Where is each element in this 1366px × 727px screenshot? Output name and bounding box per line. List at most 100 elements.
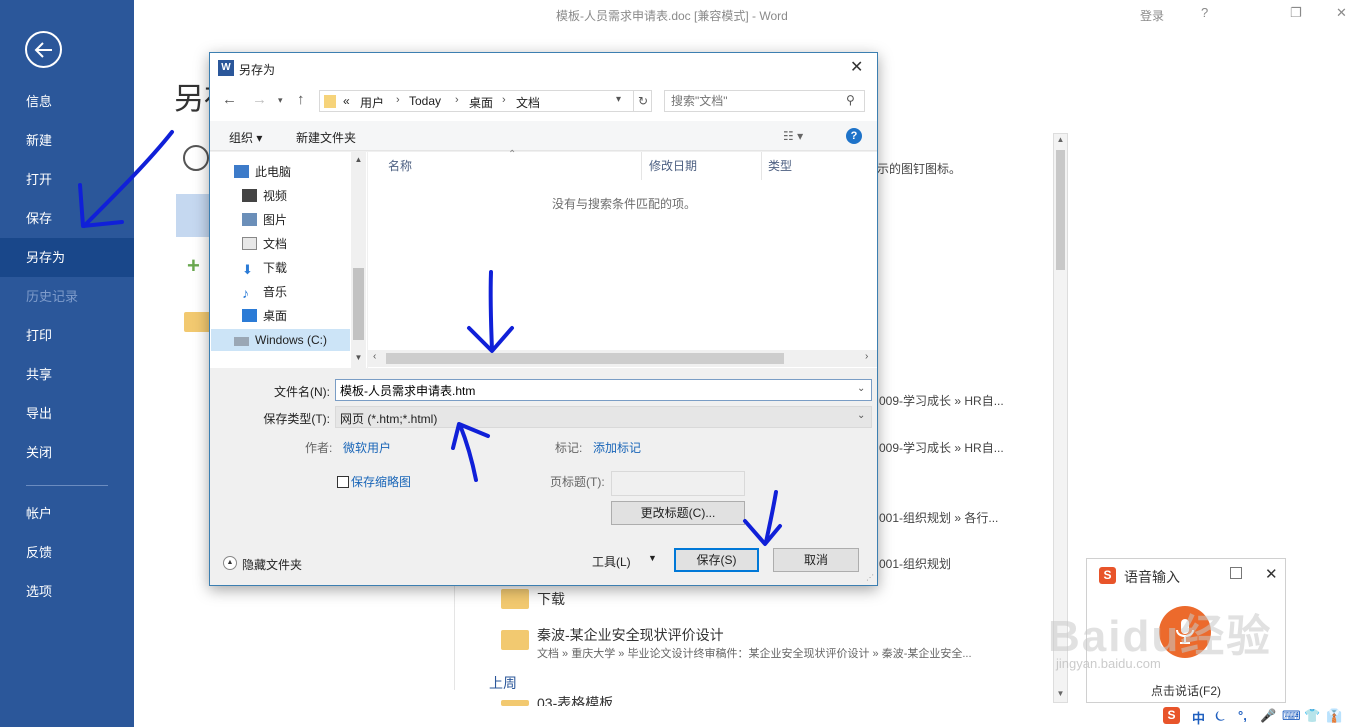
filename-input[interactable] bbox=[340, 382, 845, 398]
nav-account[interactable]: 帐户 bbox=[0, 494, 134, 533]
folder-qinbo[interactable]: 秦波-某企业安全现状评价设计 bbox=[537, 625, 724, 645]
hide-folders-toggle[interactable]: 隐藏文件夹 bbox=[242, 556, 302, 573]
help-icon[interactable]: ? bbox=[846, 128, 862, 144]
tools-menu[interactable]: 工具(L) bbox=[592, 553, 631, 570]
skin-icon[interactable]: 👕 bbox=[1304, 708, 1320, 724]
folder-icon[interactable] bbox=[184, 312, 212, 332]
column-type[interactable]: 类型 bbox=[762, 152, 877, 180]
folder-download[interactable]: 下载 bbox=[537, 589, 565, 609]
chevron-right-icon[interactable]: › bbox=[455, 94, 459, 106]
restore-icon[interactable]: ❐ bbox=[1290, 5, 1302, 21]
new-folder-button[interactable]: 新建文件夹 bbox=[296, 129, 356, 146]
keyboard-icon[interactable]: ⌨ bbox=[1282, 708, 1301, 724]
nav-print[interactable]: 打印 bbox=[0, 316, 134, 355]
scroll-down-icon[interactable]: ▼ bbox=[351, 353, 366, 362]
half-width-icon[interactable]: ⏾ bbox=[1215, 708, 1225, 724]
refresh-icon[interactable]: ↻ bbox=[633, 91, 652, 111]
scroll-left-icon[interactable]: ‹ bbox=[373, 351, 376, 362]
punctuation-icon[interactable]: °, bbox=[1238, 708, 1247, 723]
back-button[interactable] bbox=[25, 31, 62, 68]
clock-icon[interactable] bbox=[183, 145, 209, 171]
nav-save[interactable]: 保存 bbox=[0, 199, 134, 238]
view-options-icon[interactable]: ☷ ▾ bbox=[783, 129, 803, 143]
filename-field[interactable]: ⌄ bbox=[335, 379, 872, 401]
qr-code-icon[interactable] bbox=[1230, 567, 1242, 579]
save-thumbnail-label[interactable]: 保存缩略图 bbox=[351, 473, 411, 490]
folder-icon[interactable] bbox=[501, 630, 529, 650]
cancel-button[interactable]: 取消 bbox=[773, 548, 859, 572]
recent-path[interactable]: 001-组织规划 » 各行... bbox=[879, 509, 998, 526]
add-tags-link[interactable]: 添加标记 bbox=[593, 439, 641, 456]
chinese-mode-icon[interactable]: 中 bbox=[1192, 708, 1205, 727]
folder-icon[interactable] bbox=[501, 589, 529, 609]
nav-export[interactable]: 导出 bbox=[0, 394, 134, 433]
column-date[interactable]: 修改日期 bbox=[642, 152, 762, 180]
chevron-down-icon[interactable]: ▾ bbox=[616, 94, 621, 105]
scroll-down-icon[interactable]: ▼ bbox=[1054, 689, 1067, 698]
tree-item-music[interactable]: ♪ 音乐 bbox=[242, 281, 287, 303]
chevron-down-icon[interactable]: ⌄ bbox=[857, 410, 865, 421]
chevron-up-icon[interactable]: ▲ bbox=[223, 556, 237, 570]
recent-path[interactable]: 001-组织规划 bbox=[879, 555, 951, 572]
tree-item-pictures[interactable]: 图片 bbox=[242, 209, 287, 231]
chevron-down-icon[interactable]: ▼ bbox=[648, 553, 657, 563]
tree-item-videos[interactable]: 视频 bbox=[242, 185, 287, 207]
nav-close[interactable]: 关闭 bbox=[0, 433, 134, 472]
dialog-close-icon[interactable]: ✕ bbox=[850, 57, 863, 77]
resize-grip-icon[interactable]: ⋰ bbox=[866, 573, 874, 582]
nav-save-as[interactable]: 另存为 bbox=[0, 238, 134, 277]
chevron-right-icon[interactable]: › bbox=[502, 94, 506, 106]
nav-open[interactable]: 打开 bbox=[0, 160, 134, 199]
nav-options[interactable]: 选项 bbox=[0, 572, 134, 611]
recent-locations-icon[interactable]: ▾ bbox=[278, 95, 283, 106]
add-place-icon[interactable]: + bbox=[187, 253, 200, 279]
forward-icon[interactable]: → bbox=[252, 91, 267, 108]
tree-scrollbar[interactable]: ▲ ▼ bbox=[351, 152, 366, 368]
folder-icon[interactable] bbox=[501, 700, 529, 706]
toolbox-icon[interactable]: 👔 bbox=[1326, 708, 1342, 724]
nav-share[interactable]: 共享 bbox=[0, 355, 134, 394]
breadcrumb-item[interactable]: Today bbox=[409, 94, 441, 108]
scroll-thumb[interactable] bbox=[353, 268, 364, 340]
close-icon[interactable]: ✕ bbox=[1336, 5, 1347, 21]
chevron-right-icon[interactable]: › bbox=[396, 94, 400, 106]
tree-item-documents[interactable]: 文档 bbox=[242, 233, 287, 255]
tree-item-downloads[interactable]: ⬇ 下载 bbox=[242, 257, 287, 279]
tree-item-drive-c[interactable]: Windows (C:) bbox=[211, 329, 350, 351]
search-box[interactable]: ⚲ bbox=[664, 90, 865, 112]
sogou-logo-icon[interactable]: S bbox=[1163, 707, 1180, 724]
breadcrumb-item[interactable]: 用户 bbox=[360, 94, 384, 111]
column-name[interactable]: 名称 bbox=[368, 152, 642, 180]
search-input[interactable] bbox=[671, 93, 841, 109]
chevron-down-icon[interactable]: ⌄ bbox=[857, 383, 865, 394]
voice-icon[interactable]: 🎤 bbox=[1260, 708, 1276, 724]
organize-menu[interactable]: 组织 ▾ bbox=[229, 129, 262, 146]
address-bar[interactable]: « 用户 › Today › 桌面 › 文档 ▾ ↻ bbox=[319, 90, 652, 112]
scroll-right-icon[interactable]: › bbox=[865, 351, 868, 362]
savetype-select[interactable]: 网页 (*.htm;*.html) ⌄ bbox=[335, 406, 872, 428]
nav-info[interactable]: 信息 bbox=[0, 82, 134, 121]
recent-path[interactable]: 009-学习成长 » HR自... bbox=[879, 392, 1004, 409]
change-title-button[interactable]: 更改标题(C)... bbox=[611, 501, 745, 525]
help-icon[interactable]: ? bbox=[1201, 5, 1208, 20]
back-icon[interactable]: ← bbox=[222, 91, 237, 108]
login-link[interactable]: 登录 bbox=[1140, 7, 1164, 24]
scroll-up-icon[interactable]: ▲ bbox=[351, 155, 366, 164]
nav-feedback[interactable]: 反馈 bbox=[0, 533, 134, 572]
this-pc-icon[interactable] bbox=[176, 194, 212, 237]
horizontal-scrollbar[interactable]: ‹ › bbox=[368, 350, 877, 367]
breadcrumb-item[interactable]: 桌面 bbox=[469, 94, 493, 111]
nav-new[interactable]: 新建 bbox=[0, 121, 134, 160]
tree-item-desktop[interactable]: 桌面 bbox=[242, 305, 287, 327]
scroll-thumb[interactable] bbox=[1056, 150, 1065, 270]
breadcrumb-item[interactable]: 文档 bbox=[516, 94, 540, 111]
up-icon[interactable]: ↑ bbox=[297, 91, 305, 108]
author-value[interactable]: 微软用户 bbox=[343, 439, 391, 456]
search-icon[interactable]: ⚲ bbox=[846, 93, 855, 107]
save-button[interactable]: 保存(S) bbox=[674, 548, 759, 572]
breadcrumb-overflow[interactable]: « bbox=[343, 94, 350, 108]
tree-item-this-pc[interactable]: 此电脑 bbox=[234, 161, 291, 183]
scroll-thumb[interactable] bbox=[386, 353, 784, 364]
scroll-up-icon[interactable]: ▲ bbox=[1054, 135, 1067, 144]
recent-path[interactable]: 009-学习成长 » HR自... bbox=[879, 439, 1004, 456]
